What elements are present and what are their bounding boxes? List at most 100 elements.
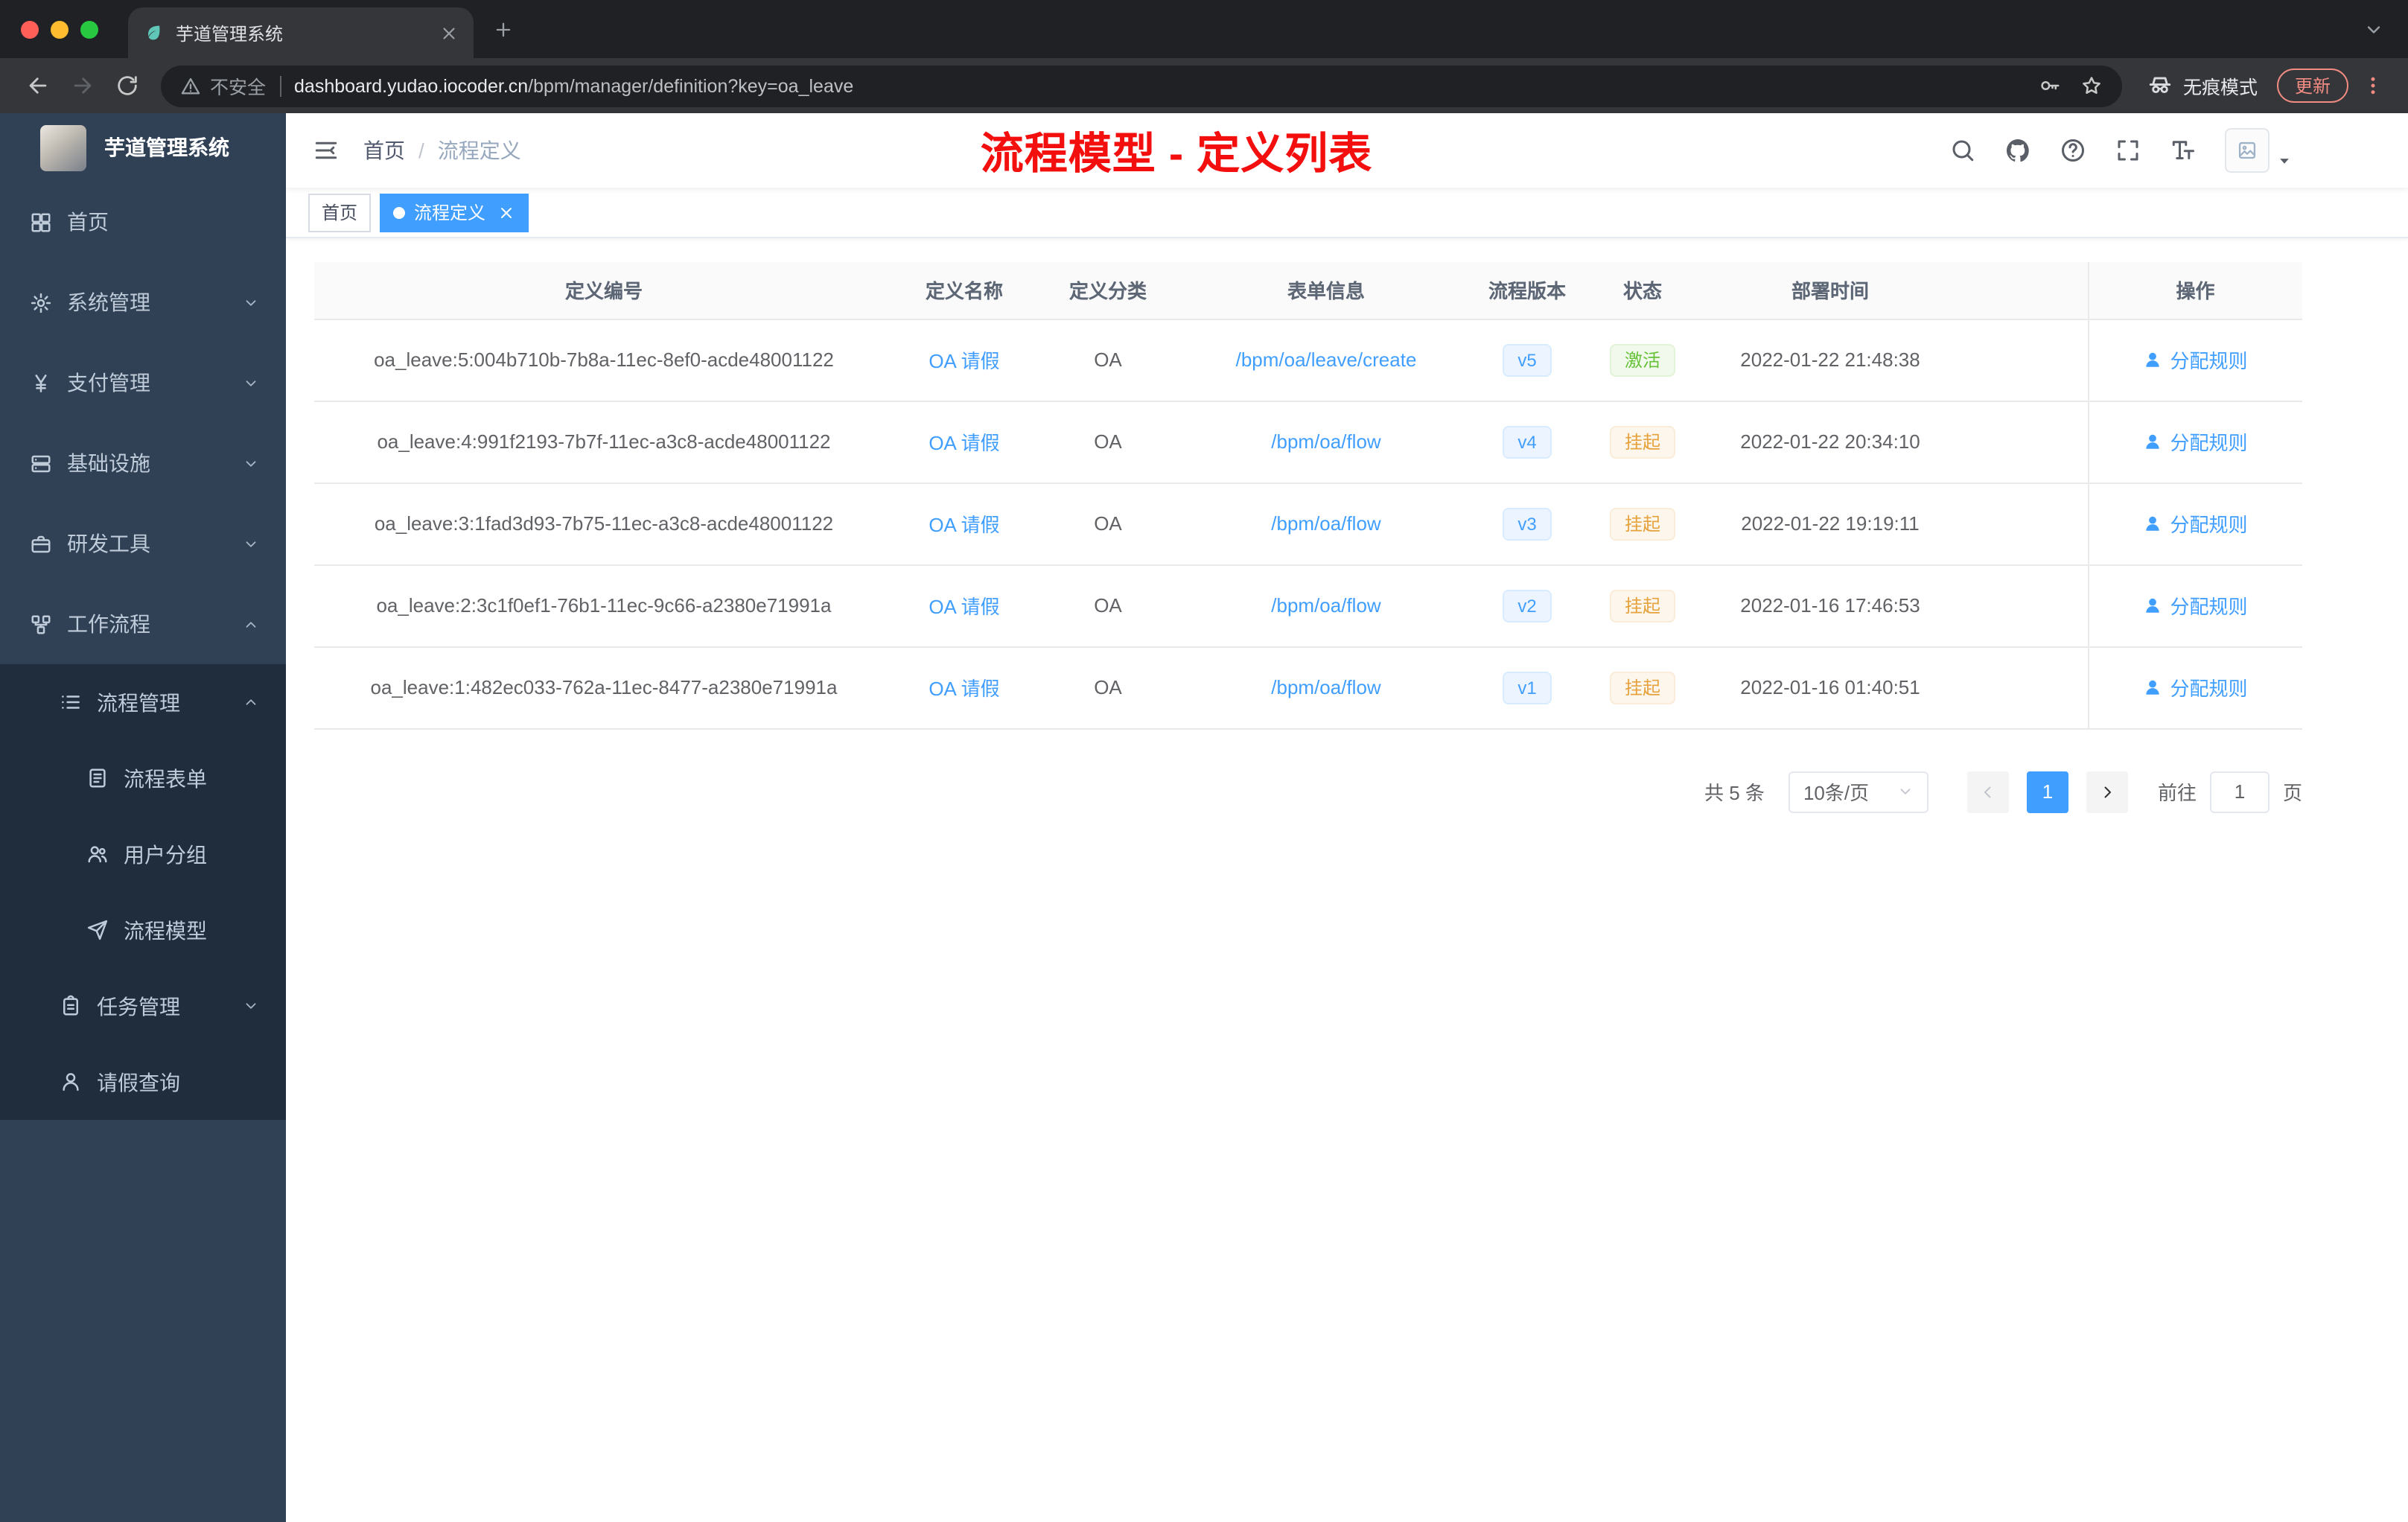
version-badge: v3 <box>1503 507 1552 540</box>
close-window-button[interactable] <box>21 20 39 38</box>
definition-name-link[interactable]: OA 请假 <box>929 350 999 372</box>
cell-version: v4 <box>1471 401 1583 483</box>
user-icon <box>60 1071 82 1093</box>
user-icon <box>2143 432 2162 451</box>
tab-close-icon[interactable] <box>439 23 459 42</box>
sidebar-item-dev-tools[interactable]: 研发工具 <box>0 503 286 584</box>
gear-icon <box>30 291 52 313</box>
definition-name-link[interactable]: OA 请假 <box>929 678 999 700</box>
new-tab-button[interactable] <box>485 11 521 47</box>
sidebar-item-label: 系统管理 <box>67 290 150 314</box>
sidebar-item-label: 流程管理 <box>97 690 180 714</box>
minimize-window-button[interactable] <box>51 20 69 38</box>
image-placeholder-icon <box>2237 140 2258 161</box>
chevron-down-icon <box>243 375 259 391</box>
tab-favicon-icon <box>143 22 164 43</box>
goto-page-input[interactable] <box>2209 771 2270 812</box>
update-button[interactable]: 更新 <box>2276 69 2348 103</box>
forward-button[interactable] <box>63 66 101 105</box>
forward-icon <box>69 73 95 98</box>
cell-definition-name: OA 请假 <box>894 564 1035 647</box>
goto-label: 前往 <box>2157 782 2197 804</box>
back-button[interactable] <box>18 66 57 105</box>
help-icon[interactable] <box>2060 137 2086 164</box>
sidebar-toggle-icon[interactable] <box>313 137 340 164</box>
password-key-icon[interactable] <box>2039 74 2061 97</box>
chevron-right-icon <box>2098 783 2116 800</box>
browser-menu-kebab-icon[interactable] <box>2362 74 2384 97</box>
sidebar-item-leave-query[interactable]: 请假查询 <box>0 1044 286 1120</box>
github-icon[interactable] <box>2004 137 2031 164</box>
sidebar-logo: 芋道管理系统 <box>0 113 286 182</box>
browser-tab[interactable]: 芋道管理系统 <box>128 7 474 58</box>
bookmark-star-icon[interactable] <box>2080 74 2103 97</box>
form-link[interactable]: /bpm/oa/flow <box>1271 430 1380 453</box>
definition-name-link[interactable]: OA 请假 <box>929 432 999 454</box>
sidebar-item-workflow[interactable]: 工作流程 <box>0 584 286 664</box>
tag-home[interactable]: 首页 <box>308 193 372 232</box>
yen-icon <box>30 372 52 394</box>
user-avatar[interactable] <box>2225 128 2292 173</box>
tab-strip: 芋道管理系统 <box>0 0 2408 58</box>
cell-spacer <box>1958 319 2088 401</box>
chevron-up-icon <box>243 616 259 632</box>
cell-definition-name: OA 请假 <box>894 401 1035 483</box>
sidebar-item-process-form[interactable]: 流程表单 <box>0 740 286 816</box>
form-link[interactable]: /bpm/oa/flow <box>1271 512 1380 535</box>
list-icon <box>60 691 82 713</box>
form-link[interactable]: /bpm/oa/flow <box>1271 676 1380 698</box>
fullscreen-icon[interactable] <box>2115 137 2141 164</box>
sidebar-item-infrastructure[interactable]: 基础设施 <box>0 423 286 503</box>
sidebar-item-process-model[interactable]: 流程模型 <box>0 892 286 968</box>
page-url: dashboard.yudao.iocoder.cn/bpm/manager/d… <box>294 75 854 96</box>
cell-version: v1 <box>1471 646 1583 729</box>
cell-actions: 分配规则 <box>2087 483 2302 565</box>
font-size-icon[interactable] <box>2170 137 2197 164</box>
main-area: 首页 / 流程定义 流程模型 - 定义列表 首页 流程定义 定义编号 定义名称 … <box>286 113 2408 1522</box>
version-badge: v5 <box>1503 343 1552 376</box>
cell-form-info: /bpm/oa/leave/create <box>1181 319 1471 401</box>
form-link[interactable]: /bpm/oa/leave/create <box>1236 348 1417 371</box>
incognito-label: 无痕模式 <box>2182 77 2258 98</box>
cell-deploy-time: 2022-01-16 01:40:51 <box>1702 646 1958 729</box>
tag-close-icon[interactable] <box>497 203 515 221</box>
sidebar-item-payment-manage[interactable]: 支付管理 <box>0 343 286 423</box>
users-icon <box>86 843 109 865</box>
column-header: 定义编号 <box>314 262 894 319</box>
tab-search-chevron-icon[interactable] <box>2363 19 2384 39</box>
sidebar-item-system-manage[interactable]: 系统管理 <box>0 262 286 343</box>
prev-page-button[interactable] <box>1966 771 2009 812</box>
cell-deploy-time: 2022-01-22 21:48:38 <box>1702 319 1958 401</box>
sidebar-item-user-group[interactable]: 用户分组 <box>0 816 286 892</box>
sidebar-item-home[interactable]: 首页 <box>0 182 286 262</box>
page-size-select[interactable]: 10条/页 <box>1788 771 1928 812</box>
caret-down-icon <box>2277 153 2292 168</box>
sidebar-item-task-manage[interactable]: 任务管理 <box>0 968 286 1044</box>
sidebar: 芋道管理系统 首页 系统管理 支付管理 基础设施 研发工具 工作流程 流程管理 … <box>0 113 286 1522</box>
address-bar[interactable]: 不安全 dashboard.yudao.iocoder.cn/bpm/manag… <box>161 65 2122 106</box>
reload-button[interactable] <box>107 66 146 105</box>
tag-active[interactable]: 流程定义 <box>380 193 529 232</box>
assign-rule-button[interactable]: 分配规则 <box>2143 427 2248 456</box>
next-page-button[interactable] <box>2086 771 2128 812</box>
window-controls <box>21 20 98 38</box>
sidebar-item-process-manage[interactable]: 流程管理 <box>0 664 286 740</box>
assign-rule-button[interactable]: 分配规则 <box>2143 673 2248 701</box>
cell-actions: 分配规则 <box>2087 401 2302 483</box>
page-1-button[interactable]: 1 <box>2026 771 2068 812</box>
definition-name-link[interactable]: OA 请假 <box>929 596 999 618</box>
search-icon[interactable] <box>1949 137 1976 164</box>
zoom-window-button[interactable] <box>80 20 98 38</box>
breadcrumb-home[interactable]: 首页 <box>363 136 405 165</box>
logo-avatar <box>40 124 86 171</box>
assign-rule-button[interactable]: 分配规则 <box>2143 591 2248 620</box>
version-badge: v4 <box>1503 425 1552 458</box>
assign-rule-button[interactable]: 分配规则 <box>2143 346 2248 374</box>
cell-spacer <box>1958 401 2088 483</box>
assign-rule-button[interactable]: 分配规则 <box>2143 509 2248 538</box>
sidebar-item-label: 研发工具 <box>67 532 150 555</box>
dashboard-icon <box>30 211 52 233</box>
security-warning-icon <box>180 75 201 96</box>
form-link[interactable]: /bpm/oa/flow <box>1271 594 1380 617</box>
definition-name-link[interactable]: OA 请假 <box>929 514 999 536</box>
